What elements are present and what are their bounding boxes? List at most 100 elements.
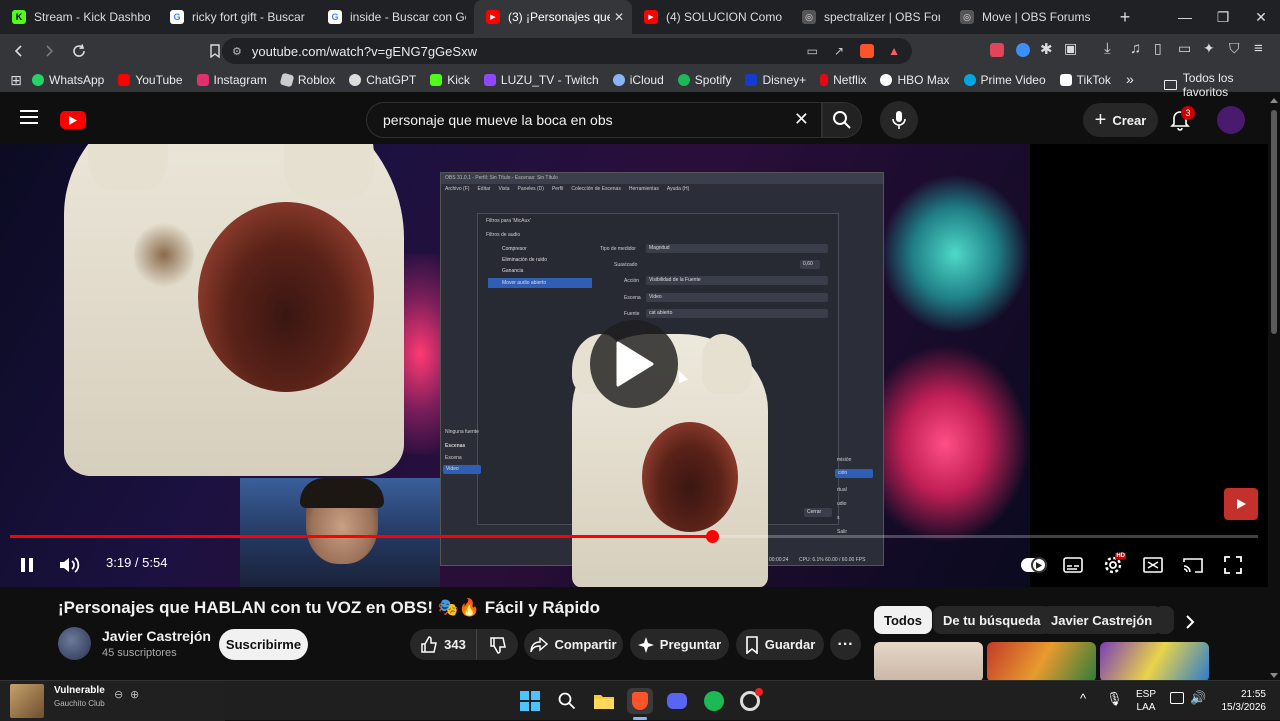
apps-icon[interactable]: ⊞ [0, 65, 32, 95]
scroll-up-arrow-icon[interactable] [1270, 98, 1278, 103]
brave-shields-icon[interactable] [860, 44, 874, 58]
channel-avatar[interactable] [58, 627, 91, 660]
ask-button[interactable]: Preguntar [630, 629, 729, 660]
related-video-thumbnail[interactable] [1100, 642, 1209, 682]
show-hidden-icons-button[interactable]: ^ [1080, 691, 1086, 706]
page-scrollbar[interactable] [1268, 96, 1280, 686]
clear-search-icon[interactable]: ✕ [794, 109, 809, 130]
account-avatar[interactable] [1217, 106, 1245, 134]
autoplay-toggle[interactable] [1018, 550, 1050, 580]
tab-youtube-personajes[interactable]: ▶ (3) ¡Personajes que HABLAN ✕ [474, 0, 632, 34]
media-control-icon[interactable]: ♫ [1130, 40, 1141, 57]
reload-button[interactable] [64, 36, 94, 66]
wallet-icon[interactable]: ▭ [1178, 40, 1191, 57]
install-app-icon[interactable]: ▭ [807, 44, 818, 58]
voice-search-button[interactable] [880, 101, 918, 139]
extensions-icon[interactable]: ✱ [1040, 40, 1053, 58]
dislike-button[interactable] [476, 629, 518, 660]
download-icon[interactable]: ⤓ [1104, 40, 1111, 57]
tab-obs-spectralizer[interactable]: ◎ spectralizer | OBS Forums [790, 0, 948, 34]
youtube-search-input[interactable]: personaje que mueve la boca en obs ✕ [366, 102, 822, 138]
all-bookmarks-folder[interactable]: Todos los favoritos [1164, 71, 1280, 99]
spotify-icon[interactable] [701, 688, 727, 714]
tab-google-ricky[interactable]: G ricky fort gift - Buscar con Google [158, 0, 316, 34]
back-button[interactable] [4, 36, 34, 66]
minimize-button[interactable]: — [1166, 0, 1204, 34]
maximize-button[interactable]: ❐ [1204, 0, 1242, 34]
vpn-icon[interactable]: ⛉ [1229, 40, 1240, 57]
video-player[interactable]: OBS 31.0.1 - Perfil: Sin Título - Escena… [0, 144, 1268, 587]
media-minus-icon[interactable]: ⊖ [114, 688, 123, 701]
tab-kick-dashboard[interactable]: K Stream - Kick Dashboard [0, 0, 158, 34]
extension-blue-icon[interactable] [1016, 43, 1030, 57]
bookmark-youtube[interactable]: YouTube [118, 73, 183, 87]
volume-button[interactable] [55, 550, 85, 580]
bookmark-roblox[interactable]: Roblox [279, 72, 335, 88]
channel-name[interactable]: Javier Castrejón [102, 628, 211, 644]
channel-watermark-icon[interactable] [1224, 488, 1258, 520]
menu-icon[interactable]: ≡ [1254, 40, 1263, 57]
leo-ai-icon[interactable]: ✦ [1203, 40, 1215, 57]
bookmark-icloud[interactable]: iCloud [612, 73, 664, 87]
bookmark-instagram[interactable]: Instagram [196, 73, 267, 87]
share-icon[interactable]: ↗ [834, 44, 844, 58]
pause-button[interactable] [12, 550, 42, 580]
bookmark-primevideo[interactable]: Prime Video [963, 73, 1046, 87]
screenshot-icon[interactable]: ▣ [1064, 40, 1077, 57]
progress-scrubber[interactable] [705, 530, 719, 543]
save-button[interactable]: Guardar [736, 629, 824, 660]
address-bar[interactable]: ⚙ youtube.com/watch?v=gENG7gGeSxw ▭ ↗ ▲ [222, 38, 912, 64]
progress-bar[interactable] [10, 530, 1258, 543]
bookmark-twitch[interactable]: LUZU_TV - Twitch [483, 73, 599, 87]
subtitles-button[interactable] [1058, 550, 1088, 580]
chip-channel[interactable]: Javier Castrejón [1041, 606, 1163, 634]
start-button[interactable] [517, 688, 543, 714]
related-video-thumbnail[interactable] [874, 642, 983, 682]
discord-icon[interactable] [664, 688, 690, 714]
close-window-button[interactable]: ✕ [1242, 0, 1280, 34]
clock[interactable]: 21:55 15/3/2026 [1210, 688, 1267, 714]
related-video-thumbnail[interactable] [987, 642, 1096, 682]
subscribe-button[interactable]: Suscribirme [219, 629, 308, 660]
like-button[interactable]: 343 [410, 629, 476, 660]
obs-studio-icon[interactable] [737, 688, 763, 714]
brave-rewards-icon[interactable]: ▲ [888, 44, 900, 58]
media-plus-icon[interactable]: ⊕ [130, 688, 139, 701]
bookmark-tiktok[interactable]: TikTok [1059, 73, 1111, 87]
tab-obs-move[interactable]: ◎ Move | OBS Forums [948, 0, 1106, 34]
media-widget[interactable]: Vulnerable Gauchito Club ⊖ ⊕ [0, 681, 225, 721]
create-button[interactable]: + Crear [1083, 103, 1158, 137]
bookmark-chatgpt[interactable]: ChatGPT [349, 73, 416, 87]
extension-red-icon[interactable] [990, 43, 1004, 57]
site-info-icon[interactable]: ⚙ [232, 45, 242, 58]
chip-todos[interactable]: Todos [874, 606, 933, 634]
bookmark-whatsapp[interactable]: WhatsApp [32, 73, 104, 87]
language-indicator[interactable]: ESP LAA [1136, 688, 1156, 714]
chips-next-button[interactable] [1176, 608, 1204, 636]
more-actions-button[interactable]: ··· [830, 629, 861, 660]
bookmark-kick[interactable]: Kick [430, 73, 470, 87]
volume-tray-icon[interactable]: 🔊 [1190, 690, 1206, 706]
miniplayer-button[interactable] [1138, 550, 1168, 580]
brave-browser-icon[interactable] [627, 688, 653, 714]
sidebar-icon[interactable]: ▯ [1154, 40, 1162, 57]
chip-de-tu-busqueda[interactable]: De tu búsqueda [933, 606, 1051, 634]
youtube-search-button[interactable] [822, 102, 862, 138]
fullscreen-button[interactable] [1218, 550, 1248, 580]
microphone-tray-icon[interactable]: 🎙 [1106, 691, 1123, 707]
guide-menu-icon[interactable] [20, 108, 40, 126]
bookmark-disney[interactable]: Disney+ [745, 73, 806, 87]
settings-button[interactable]: HD [1098, 550, 1128, 580]
share-button[interactable]: Compartir [524, 629, 623, 660]
tab-google-inside[interactable]: G inside - Buscar con Google [316, 0, 474, 34]
forward-button[interactable] [34, 36, 64, 66]
close-tab-icon[interactable]: ✕ [614, 10, 624, 24]
chip-partial[interactable] [1154, 606, 1174, 634]
taskbar-search-button[interactable] [554, 688, 580, 714]
bookmark-spotify[interactable]: Spotify [677, 73, 731, 87]
play-button-overlay[interactable] [590, 320, 678, 408]
file-explorer-icon[interactable] [591, 688, 617, 714]
tab-youtube-solucion[interactable]: ▶ (4) SOLUCION Como INSTALAR [632, 0, 790, 34]
new-tab-button[interactable]: + [1110, 2, 1140, 32]
cast-button[interactable] [1178, 550, 1208, 580]
